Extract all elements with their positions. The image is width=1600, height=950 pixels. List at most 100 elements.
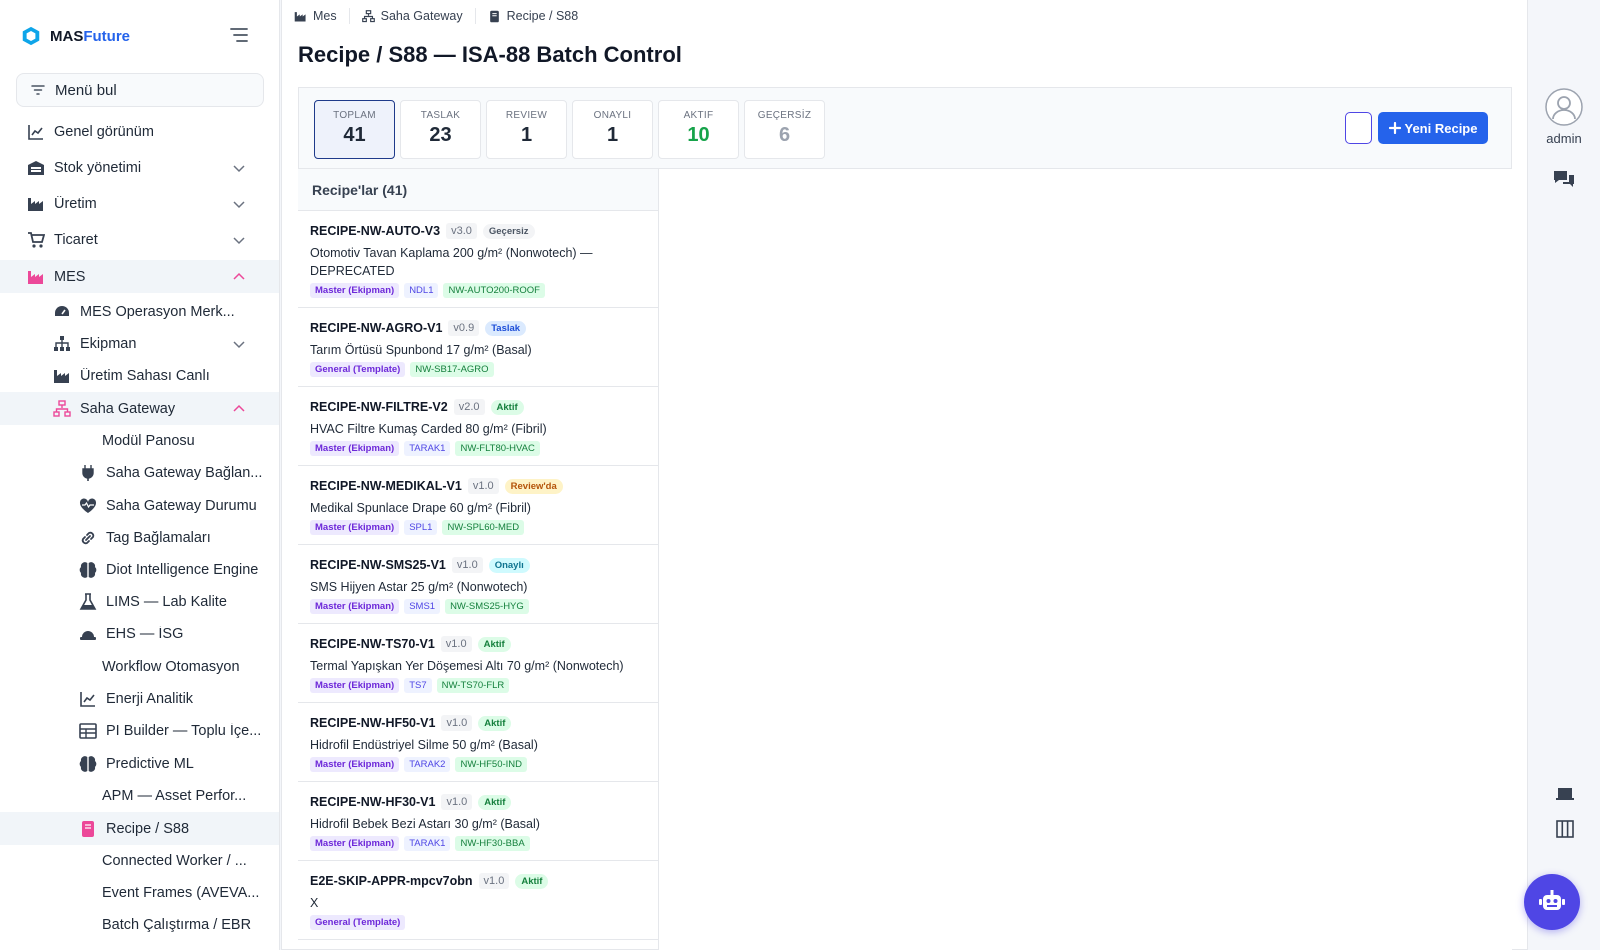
breadcrumb-item-recipe[interactable]: Recipe / S88: [474, 8, 591, 24]
stat-card-review[interactable]: REVIEW 1: [486, 100, 567, 159]
sidebar-item-mes[interactable]: MES: [0, 260, 279, 293]
stat-card-taslak[interactable]: TASLAK 23: [400, 100, 481, 159]
stat-card-aktif[interactable]: AKTIF 10: [658, 100, 739, 159]
options-button[interactable]: [1345, 112, 1372, 144]
stats-bar: TOPLAM 41 TASLAK 23 REVIEW 1 ONAYLI 1 AK…: [298, 87, 1512, 169]
sidebar-item-stok-yonetimi[interactable]: Stok yönetimi: [0, 151, 279, 184]
sidebar-item-pi-builder[interactable]: PI Builder — Toplu İçe...: [0, 714, 279, 747]
user-avatar-icon[interactable]: [1545, 88, 1583, 126]
sidebar-item-label: Saha Gateway: [80, 400, 176, 417]
sidebar-item-label: Connected Worker / ...: [102, 852, 247, 869]
sidebar-item-batch-ebr[interactable]: Batch Çalıştırma / EBR: [0, 908, 279, 941]
recipe-equipment-tag: NDL1: [404, 283, 439, 298]
sidebar-item-diot-engine[interactable]: Diot Intelligence Engine: [0, 553, 279, 586]
sidebar-item-label: Ekipman: [80, 335, 137, 352]
sidebar-item-label: Saha Gateway Bağlan...: [106, 464, 263, 481]
sidebar-item-predictive-ml[interactable]: Predictive ML: [0, 747, 279, 780]
stat-card-onayli[interactable]: ONAYLI 1: [572, 100, 653, 159]
recipe-product-tag: NW-HF30-BBA: [455, 836, 530, 851]
recipe-status-badge: Aktif: [490, 399, 524, 415]
sidebar-item-gateway-baglanti[interactable]: Saha Gateway Bağlan...: [0, 456, 279, 489]
sidebar-item-genel-gorunum[interactable]: Genel görünüm: [0, 115, 279, 148]
recipe-list-item[interactable]: RECIPE-NW-AGRO-V1 v0.9 Taslak Tarım Örtüsü …: [298, 308, 658, 387]
user-name[interactable]: admin: [1528, 131, 1600, 146]
recipe-description: Hidrofil Endüstriyel Silme 50 g/m² (Basa…: [310, 738, 538, 752]
laptop-icon[interactable]: [1553, 783, 1577, 805]
sidebar-item-label: Batch Çalıştırma / EBR: [102, 916, 252, 933]
recipe-type-tag: Master (Ekipman): [310, 757, 400, 772]
sidebar-item-event-frames[interactable]: Event Frames (AVEVA...: [0, 876, 279, 909]
right-rail: admin: [1528, 0, 1600, 950]
sidebar-item-workflow[interactable]: Workflow Otomasyon: [0, 650, 279, 683]
sidebar-item-label: Stok yönetimi: [54, 159, 142, 176]
breadcrumb-item-mes[interactable]: Mes: [292, 8, 349, 24]
chevron-up-icon: [233, 272, 245, 280]
line-chart-icon: [78, 690, 98, 708]
brain-icon: [78, 755, 98, 773]
chevron-down-icon: [233, 200, 245, 208]
recipe-description: Medikal Spunlace Drape 60 g/m² (Fibril): [310, 501, 531, 515]
recipe-equipment-tag: TARAK2: [404, 757, 451, 772]
stat-card-toplam[interactable]: TOPLAM 41: [314, 100, 395, 159]
plug-icon: [78, 464, 98, 482]
chat-icon[interactable]: [1552, 168, 1576, 190]
sidebar-item-ehs[interactable]: EHS — İSG: [0, 617, 279, 650]
main-content: Mes Saha Gateway Recipe / S88 Recipe / S…: [281, 0, 1528, 950]
sidebar-item-modul-panosu[interactable]: Modül Panosu: [0, 424, 279, 457]
breadcrumb-item-saha-gateway[interactable]: Saha Gateway: [348, 8, 475, 24]
recipe-list-item[interactable]: RECIPE-NW-HF30-V1 v1.0 Aktif Hidrofil Bebek…: [298, 782, 658, 861]
recipe-code: RECIPE-NW-FILTRE-V2: [310, 400, 448, 414]
recipe-equipment-tag: TS7: [404, 678, 432, 693]
sidebar-item-connected-worker[interactable]: Connected Worker / ...: [0, 844, 279, 877]
recipe-code: RECIPE-NW-MEDIKAL-V1: [310, 479, 462, 493]
sidebar-item-saha-gateway[interactable]: Saha Gateway: [0, 392, 279, 425]
recipe-status-badge: Aktif: [478, 794, 512, 810]
recipe-list-item[interactable]: E2E-SKIP-APPR-mpcv7obn v1.0 Aktif X General …: [298, 861, 658, 940]
sidebar-item-label: LIMS — Lab Kalite: [106, 593, 227, 610]
recipe-type-tag: General (Template): [310, 362, 406, 377]
recipe-status-badge: Aktif: [477, 636, 511, 652]
recipe-code: RECIPE-NW-HF30-V1: [310, 795, 436, 809]
columns-icon[interactable]: [1553, 818, 1577, 840]
recipe-equipment-tag: SPL1: [404, 520, 438, 535]
sidebar-item-enerji-analitik[interactable]: Enerji Analitik: [0, 682, 279, 715]
recipe-list-item[interactable]: RECIPE-NW-FILTRE-V2 v2.0 Aktif HVAC Filtre …: [298, 387, 658, 466]
sidebar-item-label: MES: [54, 268, 86, 285]
recipe-description: X: [310, 896, 319, 910]
new-recipe-label: Yeni Recipe: [1404, 120, 1478, 136]
sidebar-item-label: MES Operasyon Merk...: [80, 303, 235, 320]
sidebar-item-uretim[interactable]: Üretim: [0, 187, 279, 220]
robot-icon: [1539, 890, 1565, 910]
sidebar-item-ticaret[interactable]: Ticaret: [0, 223, 279, 256]
brand-prefix: MAS: [50, 27, 84, 45]
sidebar-item-label: Ticaret: [54, 231, 98, 248]
recipe-code: RECIPE-NW-HF50-V1: [310, 716, 436, 730]
sidebar-item-mes-operasyon[interactable]: MES Operasyon Merk...: [0, 295, 279, 328]
recipe-list-item[interactable]: RECIPE-NW-TS70-V1 v1.0 Aktif Termal Yapışka…: [298, 624, 658, 703]
sidebar-item-apm[interactable]: APM — Asset Perfor...: [0, 779, 279, 812]
sidebar-item-tag-baglamalari[interactable]: Tag Bağlamaları: [0, 521, 279, 554]
sidebar-item-recipe-s88[interactable]: Recipe / S88: [0, 812, 279, 845]
sidebar-item-ekipman[interactable]: Ekipman: [0, 327, 279, 360]
recipe-list: RECIPE-NW-AUTO-V3 v3.0 Geçersiz Otomotiv Ta…: [298, 211, 658, 940]
recipe-list-item[interactable]: RECIPE-NW-MEDIKAL-V1 v1.0 Review'da Medikal…: [298, 466, 658, 545]
ai-assistant-button[interactable]: [1524, 874, 1580, 930]
sidebar-item-uretim-sahasi[interactable]: Üretim Sahası Canlı: [0, 359, 279, 392]
sidebar-item-label: Enerji Analitik: [106, 690, 194, 707]
recipe-list-item[interactable]: RECIPE-NW-SMS25-V1 v1.0 Onaylı SMS Hijyen A…: [298, 545, 658, 624]
sidebar-item-gateway-durumu[interactable]: Saha Gateway Durumu: [0, 489, 279, 522]
sidebar-item-lims[interactable]: LIMS — Lab Kalite: [0, 585, 279, 618]
menu-collapse-icon[interactable]: [229, 26, 249, 44]
stat-key: REVIEW: [505, 110, 548, 121]
brand-logo[interactable]: MASFuture: [20, 24, 130, 48]
stat-card-gecersiz[interactable]: GEÇERSİZ 6: [744, 100, 825, 159]
recipe-status-badge: Aktif: [478, 715, 512, 731]
menu-search[interactable]: Menü bul: [16, 73, 264, 107]
warehouse-icon: [26, 159, 46, 177]
new-recipe-button[interactable]: Yeni Recipe: [1378, 112, 1488, 144]
recipe-list-panel: Recipe'lar (41) RECIPE-NW-AUTO-V3 v3.0 Geç…: [298, 169, 659, 950]
recipe-status-badge: Review'da: [504, 478, 563, 494]
recipe-list-item[interactable]: RECIPE-NW-AUTO-V3 v3.0 Geçersiz Otomotiv Ta…: [298, 211, 658, 308]
recipe-list-item[interactable]: RECIPE-NW-HF50-V1 v1.0 Aktif Hidrofil Endüs…: [298, 703, 658, 782]
recipe-type-tag: Master (Ekipman): [310, 441, 400, 456]
